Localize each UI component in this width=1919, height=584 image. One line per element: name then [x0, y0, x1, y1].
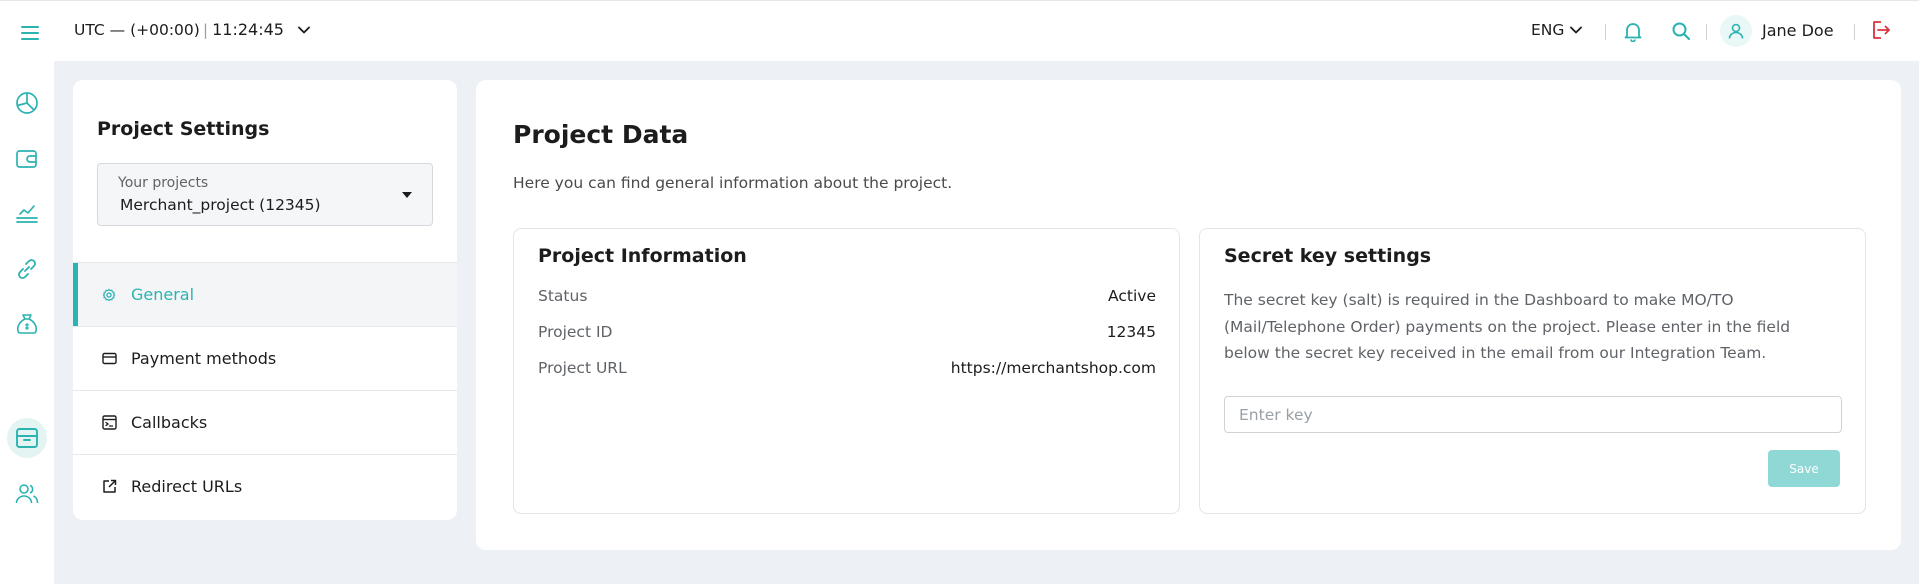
caret-down-icon [402, 192, 412, 198]
info-value: Active [1108, 287, 1156, 305]
wallet-icon[interactable] [14, 146, 40, 172]
nav-label: Payment methods [131, 349, 277, 368]
project-select-label: Your projects [118, 175, 209, 191]
terminal-icon [101, 415, 117, 431]
page-title: Project Data [513, 120, 689, 149]
project-data-panel: Project Data Here you can find general i… [476, 80, 1901, 550]
info-value: https://merchantshop.com [950, 359, 1156, 377]
bell-icon[interactable] [1622, 20, 1644, 42]
nav-label: General [131, 285, 195, 304]
hamburger-menu-icon[interactable] [18, 23, 42, 43]
chevron-down-icon[interactable] [298, 26, 310, 34]
divider [1854, 24, 1855, 40]
info-key: Project URL [538, 359, 627, 377]
save-button[interactable]: Save [1768, 450, 1840, 487]
divider [1605, 24, 1606, 40]
secret-key-settings-card: Secret key settings The secret key (salt… [1199, 228, 1866, 514]
language-selector[interactable]: ENG [1531, 21, 1583, 39]
secret-key-description: The secret key (salt) is required in the… [1224, 291, 1791, 362]
info-row-project-id: Project ID 12345 [538, 323, 1156, 341]
user-icon [1727, 22, 1745, 40]
pie-chart-icon[interactable] [14, 90, 40, 116]
language-label: ENG [1531, 21, 1565, 39]
timezone-clock: UTC — (+00:00) | 11:24:45 [74, 20, 310, 39]
clock-time: 11:24:45 [212, 20, 284, 39]
nav-label: Callbacks [131, 413, 208, 432]
settings-nav: General Payment methods Callbacks Redire… [73, 262, 457, 518]
payout-icon[interactable] [14, 201, 40, 227]
external-link-icon [101, 479, 117, 495]
project-settings-panel: Project Settings Your projects Merchant_… [73, 80, 457, 520]
project-select[interactable]: Your projects Merchant_project (12345) [97, 163, 433, 226]
info-key: Project ID [538, 323, 613, 341]
info-value: 12345 [1106, 323, 1156, 341]
avatar[interactable] [1720, 15, 1752, 47]
user-name[interactable]: Jane Doe [1762, 21, 1834, 40]
panel-title: Project Settings [97, 118, 270, 140]
users-icon[interactable] [14, 481, 40, 507]
settings-nav-payment-methods[interactable]: Payment methods [73, 326, 457, 390]
project-information-card: Project Information Status Active Projec… [513, 228, 1180, 514]
chevron-down-icon [1570, 26, 1583, 34]
gear-icon [101, 287, 117, 303]
archive-box-icon[interactable] [14, 425, 40, 451]
project-select-value: Merchant_project (12345) [120, 196, 321, 214]
card-title: Project Information [538, 245, 747, 267]
info-row-status: Status Active [538, 287, 1156, 305]
timezone-divider: | [202, 20, 209, 39]
info-key: Status [538, 287, 588, 305]
settings-nav-callbacks[interactable]: Callbacks [73, 390, 457, 454]
main-sidebar [0, 61, 54, 584]
page-subtitle: Here you can find general information ab… [513, 174, 953, 192]
top-bar: UTC — (+00:00) | 11:24:45 ENG Jane Doe [0, 0, 1919, 61]
link-icon[interactable] [14, 256, 40, 282]
money-bag-icon[interactable] [14, 311, 40, 337]
card-title: Secret key settings [1224, 245, 1432, 267]
settings-nav-general[interactable]: General [73, 262, 457, 326]
logout-icon[interactable] [1870, 19, 1892, 41]
settings-nav-redirect-urls[interactable]: Redirect URLs [73, 454, 457, 518]
search-icon[interactable] [1670, 20, 1692, 42]
nav-label: Redirect URLs [131, 477, 243, 496]
secret-key-input[interactable] [1224, 396, 1842, 433]
info-row-project-url: Project URL https://merchantshop.com [538, 359, 1156, 377]
timezone-label: UTC — (+00:00) [74, 20, 200, 39]
card-icon [101, 351, 117, 367]
divider [1706, 24, 1707, 40]
